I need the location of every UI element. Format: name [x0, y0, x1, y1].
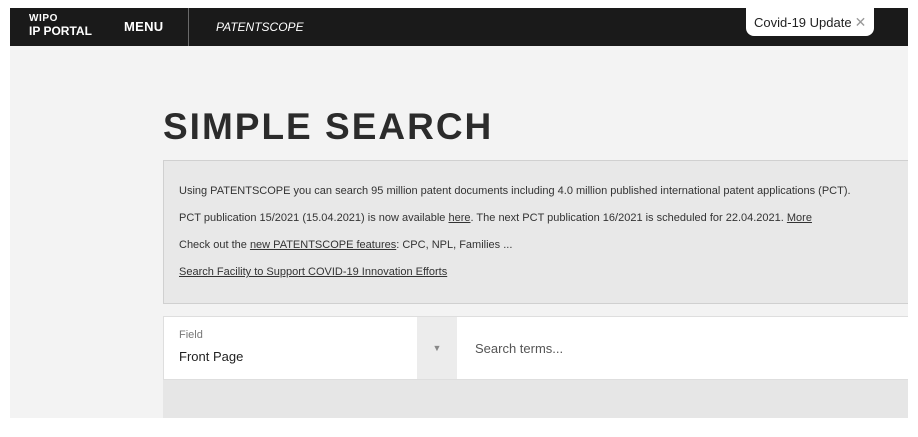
info-line-search-count: Using PATENTSCOPE you can search 95 mill…	[179, 185, 851, 197]
covid-search-facility-link[interactable]: Search Facility to Support COVID-19 Inno…	[179, 266, 447, 278]
product-name-patentscope[interactable]: PATENTSCOPE	[216, 20, 304, 34]
info-notice-box: Using PATENTSCOPE you can search 95 mill…	[163, 160, 908, 304]
caret-down-icon: ▼	[432, 343, 442, 353]
logo-line-wipo: WIPO	[29, 13, 59, 24]
logo-line-ip-portal: IP PORTAL	[29, 24, 92, 38]
info-line-pct-publication: PCT publication 15/2021 (15.04.2021) is …	[179, 212, 812, 224]
here-link[interactable]: here	[448, 212, 470, 224]
new-features-suffix: : CPC, NPL, Families ...	[396, 239, 513, 251]
pct-next-publication-text: . The next PCT publication 16/2021 is sc…	[470, 212, 787, 224]
top-navigation-bar: WIPO IP PORTAL MENU PATENTSCOPE Covid-19…	[10, 8, 908, 46]
menu-button[interactable]: MENU	[124, 19, 163, 34]
field-selected-value: Front Page	[179, 349, 244, 364]
search-terms-input[interactable]	[457, 317, 907, 379]
field-select[interactable]: Field Front Page	[164, 317, 417, 379]
field-label: Field	[179, 329, 203, 341]
info-line-new-features: Check out the new PATENTSCOPE features: …	[179, 239, 512, 251]
info-line-covid-facility: Search Facility to Support COVID-19 Inno…	[179, 266, 447, 278]
covid-update-banner[interactable]: Covid-19 Update ✕	[746, 8, 875, 36]
search-bar: Field Front Page ▼	[163, 316, 908, 380]
pct-publication-text: PCT publication 15/2021 (15.04.2021) is …	[179, 212, 449, 224]
new-features-link[interactable]: new PATENTSCOPE features	[250, 239, 396, 251]
more-link[interactable]: More	[787, 212, 812, 224]
search-options-panel	[163, 380, 908, 418]
new-features-prefix: Check out the	[179, 239, 250, 251]
header-divider	[188, 8, 189, 46]
page-title: SIMPLE SEARCH	[163, 106, 494, 147]
covid-update-label: Covid-19 Update	[754, 14, 852, 30]
wipo-ip-portal-logo[interactable]: WIPO IP PORTAL	[29, 13, 92, 38]
close-icon[interactable]: ✕	[855, 14, 867, 31]
field-dropdown-toggle[interactable]: ▼	[417, 317, 457, 379]
